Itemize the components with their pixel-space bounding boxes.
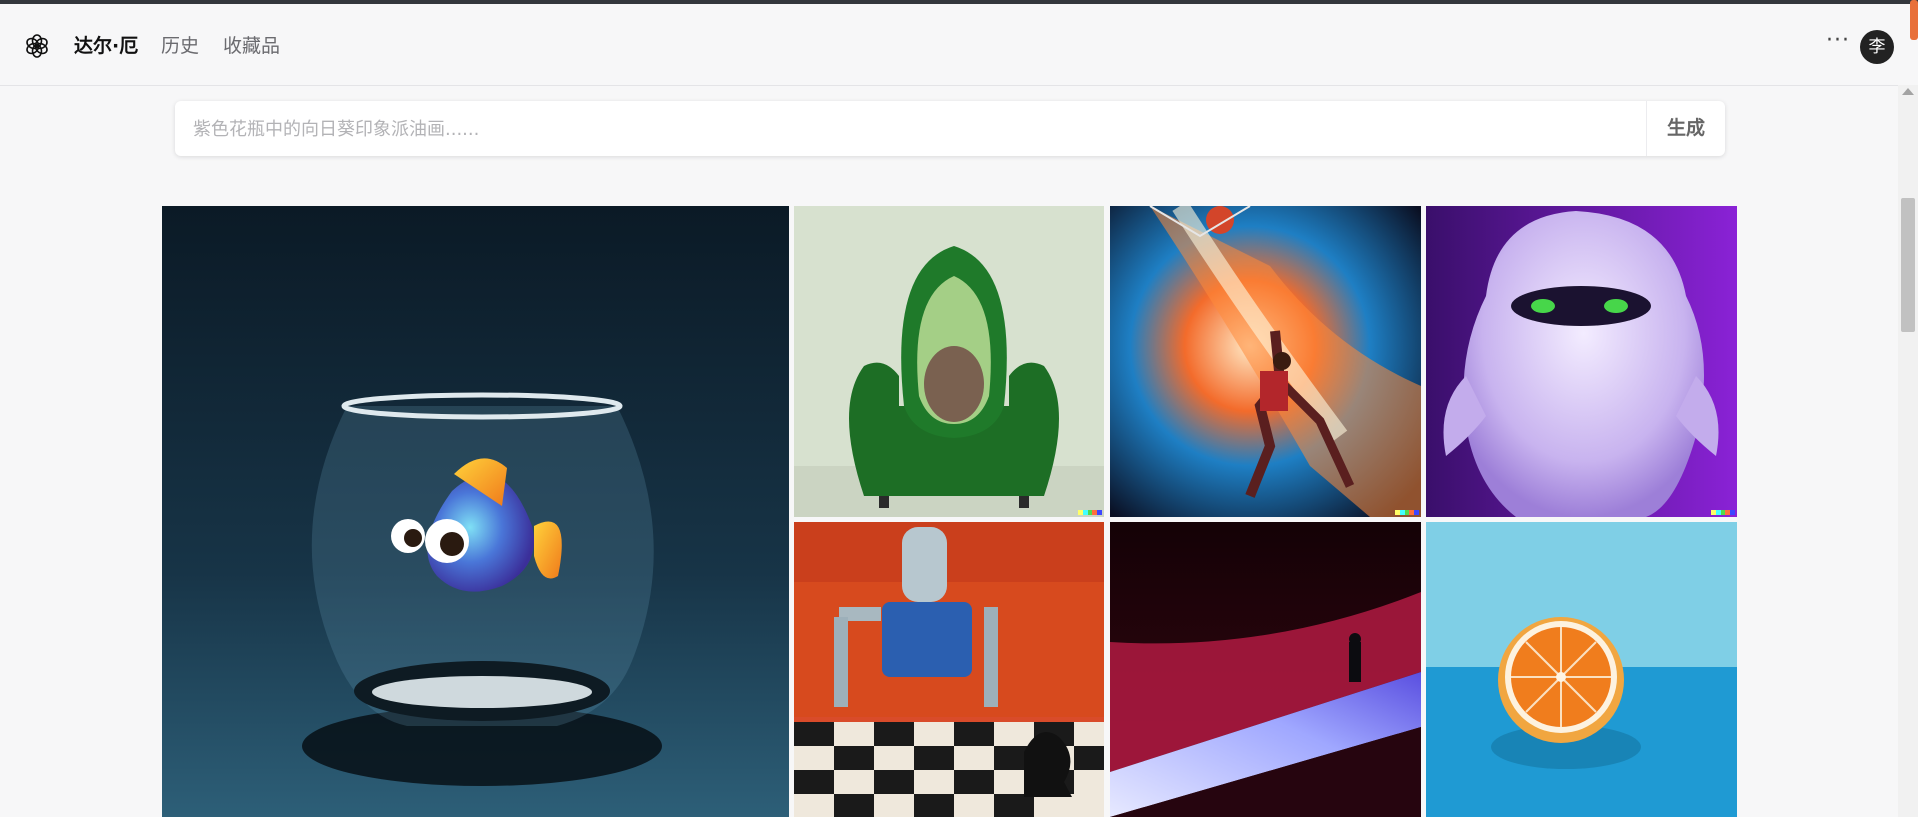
nav-brand-link[interactable]: 达尔·厄 <box>74 34 138 58</box>
more-options-icon[interactable]: ··· <box>1826 28 1850 53</box>
scrollbar-track[interactable] <box>1898 85 1918 817</box>
generate-button[interactable]: 生成 <box>1646 101 1725 156</box>
gallery-image-orange[interactable] <box>1426 522 1737 817</box>
image-signature-mark <box>1395 510 1419 515</box>
gallery-image-avocado-chair[interactable] <box>794 206 1104 517</box>
top-nav: 达尔·厄 历史 收藏品 ··· 李 <box>0 4 1898 86</box>
nav-history-link[interactable]: 历史 <box>161 34 199 58</box>
gallery-image-fish-bowl[interactable] <box>162 206 789 817</box>
gallery-image-purple-monster[interactable] <box>1426 206 1737 517</box>
gallery-image-desert-figure[interactable] <box>1110 522 1421 817</box>
openai-logo-icon[interactable] <box>24 33 50 59</box>
gallery-image-robot-chess[interactable] <box>794 522 1104 817</box>
user-avatar[interactable]: 李 <box>1860 30 1894 64</box>
nav-collections-link[interactable]: 收藏品 <box>223 34 280 58</box>
scrollbar-thumb[interactable] <box>1901 198 1915 332</box>
scroll-up-arrow-icon[interactable] <box>1902 88 1914 95</box>
image-signature-mark <box>1711 510 1735 515</box>
gallery-image-cosmic-basketball[interactable] <box>1110 206 1421 517</box>
prompt-bar: 生成 <box>175 101 1725 156</box>
window-corner-accent <box>1910 0 1918 40</box>
image-signature-mark <box>1078 510 1102 515</box>
prompt-input[interactable] <box>191 109 1595 149</box>
